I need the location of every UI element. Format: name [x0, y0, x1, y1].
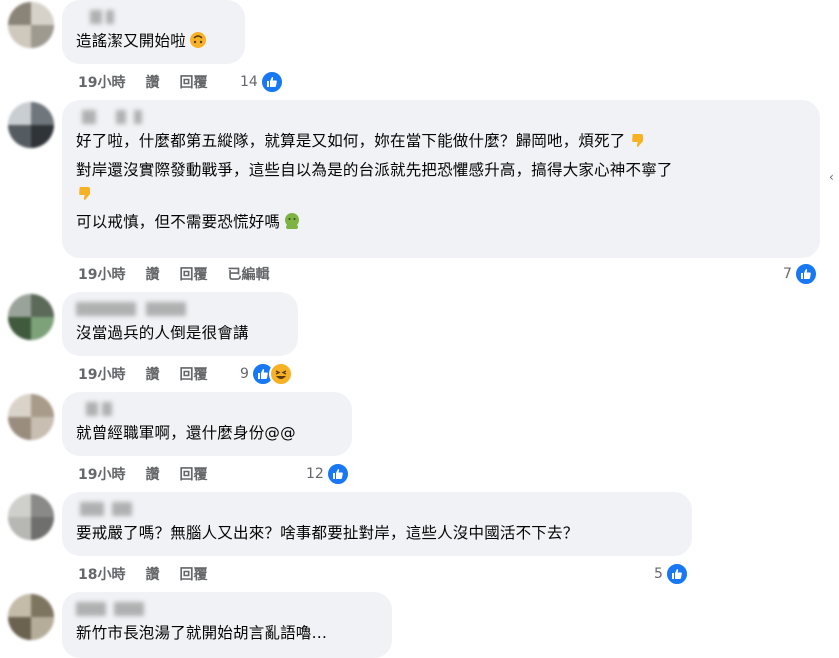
- reply-button[interactable]: 回覆: [179, 564, 207, 584]
- avatar[interactable]: [8, 594, 54, 640]
- comment-actions: 19小時 讚 回覆 已編輯: [78, 264, 269, 284]
- comment-text: 沒當過兵的人倒是很會講: [76, 324, 249, 342]
- reaction-count: 12: [306, 466, 324, 482]
- like-reaction-icon: [793, 262, 818, 286]
- author-name-blurred[interactable]: [76, 402, 338, 416]
- thumbs-down-icon: [79, 187, 90, 200]
- comment-actions: 18小時 讚 回覆: [78, 564, 207, 584]
- reply-button[interactable]: 回覆: [179, 72, 207, 92]
- like-reaction-icon: [664, 562, 689, 586]
- like-reaction-icon: [259, 70, 284, 94]
- like-button[interactable]: 讚: [145, 72, 159, 92]
- comment-bubble: 好了啦，什麼都第五縱隊，就算是又如何，妳在當下能做什麼？歸岡吔，煩死了 對岸還沒…: [62, 100, 820, 258]
- reaction-summary[interactable]: 7: [783, 262, 818, 286]
- comment-text: 對岸還沒實際發動戰爭，這些自以為是的台派就先把恐懼感升高，搞得大家心神不寧了: [76, 161, 673, 179]
- comment-bubble: 要戒嚴了嗎？無腦人又出來？啥事都要扯對岸，這些人沒中國活不下去？: [62, 492, 692, 556]
- comment-actions: 19小時 讚 回覆: [78, 72, 207, 92]
- author-name-blurred[interactable]: [76, 502, 678, 516]
- avatar[interactable]: [8, 394, 54, 440]
- comment-bubble: 新竹市長泡湯了就開始胡言亂語嚕…: [62, 592, 392, 658]
- reply-button[interactable]: 回覆: [179, 364, 207, 384]
- avatar[interactable]: [8, 2, 54, 48]
- comment-text: 要戒嚴了嗎？無腦人又出來？啥事都要扯對岸，這些人沒中國活不下去？: [76, 524, 579, 542]
- author-name-blurred[interactable]: [76, 602, 378, 616]
- thumbs-down-icon: [631, 134, 643, 147]
- like-button[interactable]: 讚: [145, 264, 159, 284]
- timestamp[interactable]: 19小時: [78, 264, 125, 284]
- reply-button[interactable]: 回覆: [179, 264, 207, 284]
- avatar[interactable]: [8, 294, 54, 340]
- timestamp[interactable]: 18小時: [78, 564, 125, 584]
- reply-button[interactable]: 回覆: [179, 464, 207, 484]
- timestamp[interactable]: 19小時: [78, 72, 125, 92]
- timestamp[interactable]: 19小時: [78, 364, 125, 384]
- edited-label: 已編輯: [227, 267, 270, 283]
- comment-text: 就曾經職軍啊，還什麼身份@@: [76, 424, 296, 442]
- like-button[interactable]: 讚: [145, 464, 159, 484]
- avatar[interactable]: [8, 102, 54, 148]
- author-name-blurred[interactable]: [76, 110, 806, 124]
- nauseated-face-icon: [285, 213, 300, 229]
- comment-actions: 19小時 讚 回覆: [78, 364, 207, 384]
- chevron-left-icon[interactable]: ‹: [829, 170, 834, 184]
- comment-bubble: 就曾經職軍啊，還什麼身份@@: [62, 392, 352, 456]
- comment-text: 可以戒慎，但不需要恐慌好嗎: [76, 211, 806, 233]
- upside-down-face-icon: [189, 32, 206, 48]
- reaction-summary[interactable]: 12: [306, 462, 350, 486]
- like-button[interactable]: 讚: [145, 364, 159, 384]
- like-button[interactable]: 讚: [145, 564, 159, 584]
- timestamp[interactable]: 19小時: [78, 464, 125, 484]
- comment-text: 好了啦，什麼都第五縱隊，就算是又如何，妳在當下能做什麼？歸岡吔，煩死了: [76, 130, 806, 152]
- like-reaction-icon: [325, 462, 350, 486]
- comment-text: 新竹市長泡湯了就開始胡言亂語嚕…: [76, 624, 328, 642]
- reaction-count: 9: [240, 366, 249, 382]
- author-name-blurred[interactable]: [76, 10, 231, 24]
- comment-bubble: 沒當過兵的人倒是很會講: [62, 292, 298, 356]
- comment-text: [76, 183, 806, 205]
- reaction-count: 14: [240, 74, 258, 90]
- reaction-count: 7: [783, 266, 792, 282]
- comment-actions: 19小時 讚 回覆: [78, 464, 207, 484]
- comment-bubble: 造謠潔又開始啦: [62, 0, 245, 64]
- reaction-summary[interactable]: 5: [654, 562, 689, 586]
- reaction-count: 5: [654, 566, 663, 582]
- haha-reaction-icon: [268, 362, 293, 386]
- reaction-summary[interactable]: 14: [240, 70, 284, 94]
- reaction-summary[interactable]: 9: [240, 362, 293, 386]
- author-name-blurred[interactable]: [76, 302, 284, 316]
- comment-text: 造謠潔又開始啦: [76, 30, 231, 52]
- avatar[interactable]: [8, 494, 54, 540]
